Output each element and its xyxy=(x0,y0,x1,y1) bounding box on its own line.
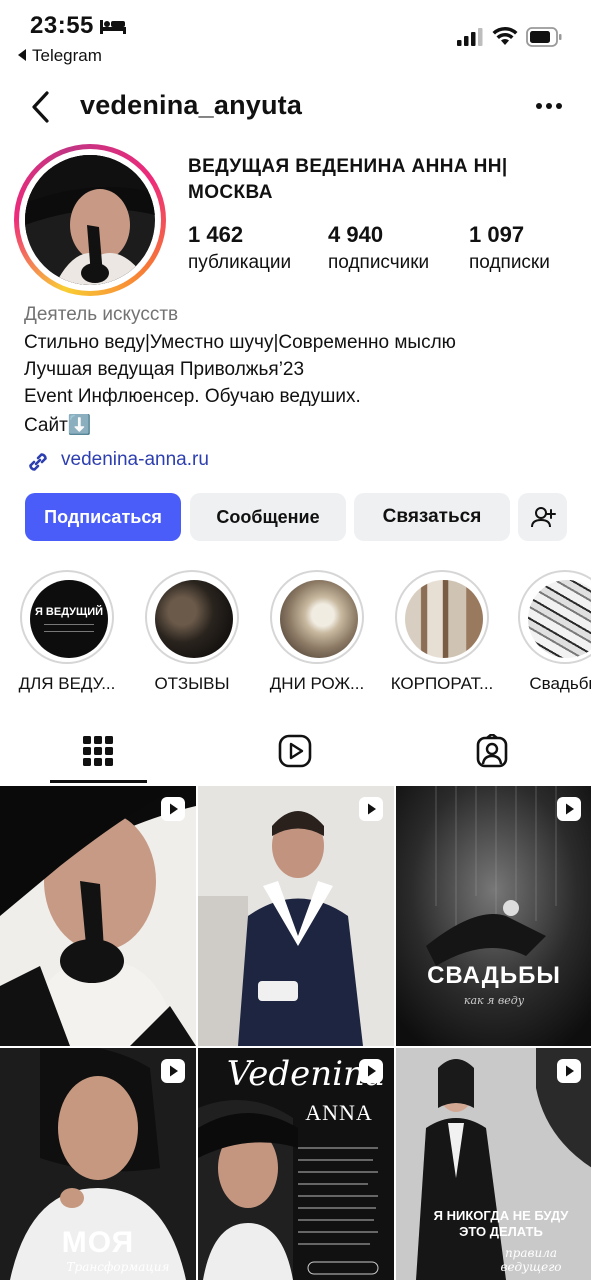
bio-line: Event Инфлюенсер. Обучаю ведуших. xyxy=(24,386,361,407)
reel-badge-icon xyxy=(557,797,581,821)
follow-button[interactable]: Подписаться xyxy=(25,493,181,541)
tagged-icon[interactable] xyxy=(475,734,509,768)
stat-following-label: подписки xyxy=(469,252,550,273)
stat-following[interactable]: 1 097 подписки xyxy=(469,222,550,274)
post-subtitle: как я веду xyxy=(463,994,525,1007)
reel-badge-icon xyxy=(161,1059,185,1083)
highlight-cover xyxy=(280,580,358,658)
stat-followers-value: 4 940 xyxy=(328,222,384,247)
post-thumbnail[interactable]: СВАДЬБЫ как я веду xyxy=(396,786,591,1046)
reels-icon[interactable] xyxy=(278,734,312,768)
back-arrow-icon[interactable] xyxy=(28,90,54,124)
stat-posts-value: 1 462 xyxy=(188,222,244,247)
post-thumbnail[interactable] xyxy=(0,786,196,1046)
profile-tabs xyxy=(0,724,591,784)
highlight-label: КОРПОРАТ... xyxy=(390,674,494,693)
status-bar: 23:55 Telegram xyxy=(0,0,591,70)
message-button[interactable]: Сообщение xyxy=(190,493,346,541)
post-thumbnail[interactable]: МОЯ Трансформация xyxy=(0,1048,196,1280)
post-subtitle: Трансформация xyxy=(66,1260,170,1274)
highlight-cover xyxy=(405,580,483,658)
highlight-ring xyxy=(518,570,591,664)
back-triangle-icon xyxy=(18,49,26,61)
reel-badge-icon xyxy=(359,1059,383,1083)
sleep-focus-icon xyxy=(100,20,126,34)
highlight-label: Свадьбы xyxy=(529,674,591,693)
link-icon xyxy=(29,453,47,471)
posts-grid: СВАДЬБЫ как я веду МОЯ Трансформация Ved… xyxy=(0,786,591,1280)
post-subtitle: правила ведущего xyxy=(500,1246,562,1274)
more-options-icon[interactable] xyxy=(535,102,563,110)
post-image xyxy=(396,786,591,1046)
post-thumbnail[interactable] xyxy=(198,786,394,1046)
highlight-label: ОТЗЫВЫ xyxy=(154,674,230,693)
highlight-cover xyxy=(155,580,233,658)
highlight-cover-text: Я ВЕДУЩИЙ xyxy=(34,606,104,618)
suggest-friends-button[interactable] xyxy=(518,493,567,541)
highlight-cover xyxy=(528,580,591,658)
post-image xyxy=(198,786,394,1046)
avatar-photo xyxy=(25,155,155,285)
bio-line: Стильно веду|Уместно шучу|Современно мыс… xyxy=(24,332,456,353)
bio-line: Сайт⬇️ xyxy=(24,415,92,436)
highlight-ring xyxy=(395,570,489,664)
highlight-label: ДНИ РОЖ... xyxy=(269,674,365,693)
highlight-cover-subtext-lines xyxy=(44,624,94,632)
highlight-label: ДЛЯ ВЕДУ... xyxy=(18,674,116,693)
profile-header: vedenina_anyuta xyxy=(0,80,591,136)
stat-posts-label: публикации xyxy=(188,252,292,273)
back-to-app-link[interactable]: Telegram xyxy=(18,46,102,66)
stat-following-value: 1 097 xyxy=(469,222,525,247)
active-tab-indicator xyxy=(50,780,147,783)
post-thumbnail[interactable]: Я НИКОГДА НЕ БУДУ ЭТО ДЕЛАТЬ правила вед… xyxy=(396,1048,591,1280)
post-thumbnail[interactable]: Vedenina ANNA xyxy=(198,1048,394,1280)
battery-icon xyxy=(526,27,562,47)
wifi-icon xyxy=(492,26,518,45)
profile-display-name: ВЕДУЩАЯ ВЕДЕНИНА АННА НН| МОСКВА xyxy=(188,156,508,203)
reel-badge-icon xyxy=(161,797,185,821)
post-image xyxy=(0,786,196,1046)
status-time: 23:55 xyxy=(30,12,94,39)
post-subtitle: ANNA xyxy=(305,1100,373,1125)
reel-badge-icon xyxy=(359,797,383,821)
highlight-cover: Я ВЕДУЩИЙ xyxy=(30,580,108,658)
bio-line: Лучшая ведущая Приволжья’23 xyxy=(24,359,305,380)
highlight-ring: Я ВЕДУЩИЙ xyxy=(20,570,114,664)
add-user-icon xyxy=(530,507,556,528)
stat-followers-label: подписчики xyxy=(328,252,430,273)
profile-username: vedenina_anyuta xyxy=(80,90,303,120)
post-title: МОЯ xyxy=(61,1226,135,1259)
highlight-ring xyxy=(270,570,364,664)
cellular-signal-icon xyxy=(457,28,483,46)
highlight-ring xyxy=(145,570,239,664)
post-title: СВАДЬБЫ xyxy=(427,962,561,989)
website-link-text[interactable]: vedenina-anna.ru xyxy=(61,449,209,471)
back-app-label: Telegram xyxy=(32,46,102,65)
grid-icon[interactable] xyxy=(81,734,115,768)
avatar[interactable] xyxy=(25,155,155,285)
profile-category: Деятель искусств xyxy=(24,304,179,325)
reel-badge-icon xyxy=(557,1059,581,1083)
contact-button[interactable]: Связаться xyxy=(354,493,510,541)
stat-followers[interactable]: 4 940 подписчики xyxy=(328,222,429,274)
post-title: Я НИКОГДА НЕ БУДУ ЭТО ДЕЛАТЬ xyxy=(433,1208,569,1239)
avatar-story-ring[interactable] xyxy=(14,144,166,296)
stat-posts[interactable]: 1 462 публикации xyxy=(188,222,291,274)
